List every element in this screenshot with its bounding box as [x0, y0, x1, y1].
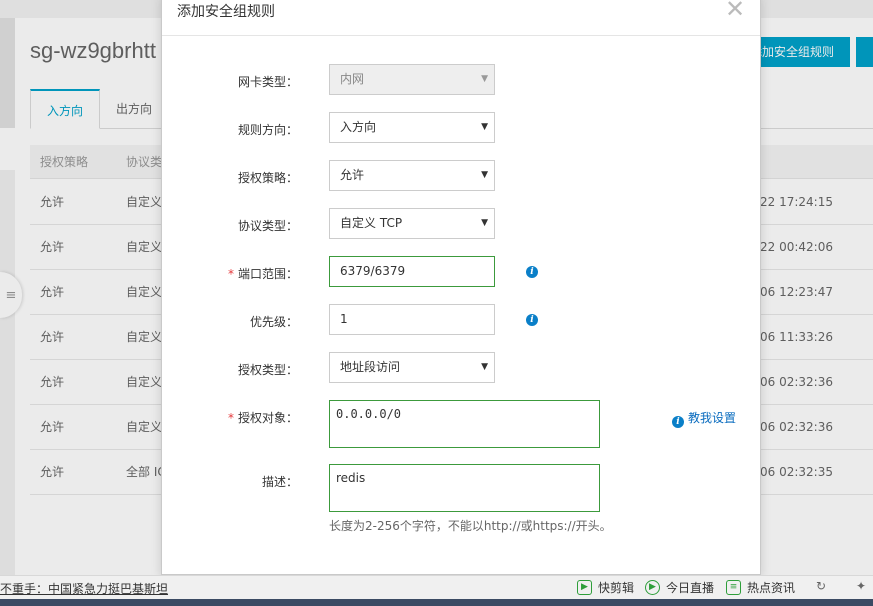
live-today-button[interactable]: ▶今日直播 [645, 579, 714, 596]
play-icon: ▶ [645, 580, 660, 595]
scissors-icon: ▶ [577, 580, 592, 595]
hot-news-button[interactable]: ≡热点资讯 [726, 579, 795, 596]
help-link[interactable]: i 教我设置 [672, 409, 736, 428]
policy-select[interactable]: 允许 ▼ [329, 160, 495, 191]
close-icon[interactable]: ✕ [725, 0, 745, 21]
auth-type-select[interactable]: 地址段访问 ▼ [329, 352, 495, 383]
priority-label: 优先级： [162, 313, 298, 330]
nic-type-value: 内网 [340, 72, 364, 86]
description-hint: 长度为2-256个字符，不能以http://或https://开头。 [329, 517, 612, 534]
help-link-label: 教我设置 [688, 411, 736, 425]
protocol-select[interactable]: 自定义 TCP ▼ [329, 208, 495, 239]
port-range-label: *端口范围： [162, 265, 298, 282]
info-icon[interactable]: i [526, 314, 538, 326]
required-mark: * [228, 267, 234, 281]
info-icon: i [672, 416, 684, 428]
browser-status-bar: 不重手：中国紧急力挺巴基斯坦 ▶快剪辑 ▶今日直播 ≡热点资讯 ↻ ✦ [0, 575, 873, 599]
info-icon[interactable]: i [526, 266, 538, 278]
chevron-down-icon: ▼ [481, 161, 488, 190]
auth-object-label: *授权对象： [162, 409, 298, 426]
auth-object-textarea[interactable]: 0.0.0.0/0 [329, 400, 600, 448]
protocol-value: 自定义 TCP [340, 216, 402, 230]
required-mark: * [228, 411, 234, 425]
add-security-rule-dialog: 添加安全组规则 ✕ 网卡类型： 内网 ▼ 规则方向： 入方向 ▼ 授权策略： 允… [161, 0, 761, 575]
nic-type-select: 内网 ▼ [329, 64, 495, 95]
description-label: 描述： [162, 473, 298, 490]
direction-value: 入方向 [340, 120, 376, 134]
port-range-input[interactable]: 6379/6379 [329, 256, 495, 287]
auth-type-value: 地址段访问 [340, 360, 400, 374]
priority-input[interactable]: 1 [329, 304, 495, 335]
auth-type-label: 授权类型： [162, 361, 298, 378]
direction-select[interactable]: 入方向 ▼ [329, 112, 495, 143]
protocol-label: 协议类型： [162, 217, 298, 234]
policy-label: 授权策略： [162, 169, 298, 186]
dialog-title: 添加安全组规则 [177, 1, 275, 21]
chevron-down-icon: ▼ [481, 65, 488, 94]
policy-value: 允许 [340, 168, 364, 182]
description-textarea[interactable]: redis [329, 464, 600, 512]
chevron-down-icon: ▼ [481, 113, 488, 142]
pin-icon[interactable]: ✦ [856, 579, 866, 593]
chevron-down-icon: ▼ [481, 209, 488, 238]
direction-label: 规则方向： [162, 121, 298, 138]
news-ticker-link[interactable]: 不重手：中国紧急力挺巴基斯坦 [0, 580, 168, 597]
chevron-down-icon: ▼ [481, 353, 488, 382]
dialog-header: 添加安全组规则 ✕ [162, 0, 760, 36]
quick-edit-button[interactable]: ▶快剪辑 [577, 579, 634, 596]
refresh-icon[interactable]: ↻ [816, 579, 826, 593]
nic-type-label: 网卡类型： [162, 73, 298, 90]
news-icon: ≡ [726, 580, 741, 595]
os-taskbar [0, 599, 873, 606]
